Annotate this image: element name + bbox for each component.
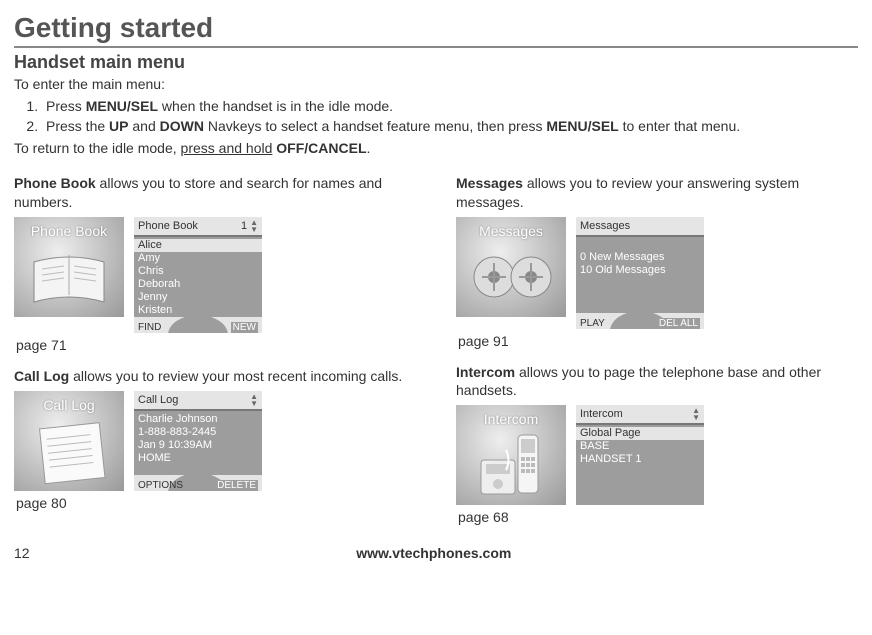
phonebook-page-ref: page 71 — [16, 337, 416, 353]
phonebook-entry: Deborah — [138, 278, 258, 291]
softkey-new: NEW — [231, 322, 258, 333]
section-subtitle: Handset main menu — [14, 52, 858, 73]
intro-step-1: Press MENU/SEL when the handset is in th… — [42, 97, 858, 117]
messages-desc: Messages allows you to review your answe… — [456, 174, 858, 210]
calllog-thumb: Call Log — [14, 391, 124, 491]
nav-arrows-icon: ▲▼ — [250, 219, 258, 233]
softkey-play: PLAY — [580, 318, 605, 329]
messages-screen-title: Messages — [580, 220, 630, 232]
phonebook-desc: Phone Book allows you to store and searc… — [14, 174, 416, 210]
intercom-screen: Intercom ▲▼ Global Page BASE HANDSET 1 — [576, 405, 704, 505]
calllog-line: Charlie Johnson — [138, 413, 258, 426]
intercom-line: HANDSET 1 — [580, 453, 700, 466]
notepad-icon — [14, 391, 124, 491]
messages-page-ref: page 91 — [458, 333, 858, 349]
calllog-line: HOME — [138, 452, 258, 465]
phonebook-entry: Amy — [138, 252, 258, 265]
intercom-line: BASE — [580, 440, 700, 453]
book-icon — [14, 217, 124, 317]
tape-reel-icon — [456, 217, 566, 317]
nav-arrows-icon: ▲▼ — [250, 393, 258, 407]
intercom-desc: Intercom allows you to page the telephon… — [456, 363, 858, 399]
intercom-highlight: Global Page — [576, 427, 704, 440]
phonebook-screen-title: Phone Book — [138, 220, 198, 232]
calllog-screen: Call Log ▲▼ Charlie Johnson 1-888-883-24… — [134, 391, 262, 491]
phonebook-entry: Jenny — [138, 291, 258, 304]
footer-url: www.vtechphones.com — [30, 545, 838, 561]
calllog-line: Jan 9 10:39AM — [138, 439, 258, 452]
intro-steps: Press MENU/SEL when the handset is in th… — [14, 97, 858, 137]
softkey-find: FIND — [138, 322, 161, 333]
messages-thumb: Messages — [456, 217, 566, 317]
intercom-page-ref: page 68 — [458, 509, 858, 525]
intro-block: To enter the main menu: Press MENU/SEL w… — [14, 75, 858, 158]
page-title: Getting started — [14, 12, 858, 48]
softkey-delete: DELETE — [215, 480, 258, 491]
calllog-page-ref: page 80 — [16, 495, 416, 511]
phonebook-badge: 1 — [241, 220, 247, 232]
messages-screen: Messages 0 New Messages 10 Old Messages … — [576, 217, 704, 329]
messages-line: 0 New Messages — [580, 251, 700, 264]
intro-line: To enter the main menu: — [14, 75, 858, 95]
intro-return: To return to the idle mode, press and ho… — [14, 139, 858, 159]
intro-step-2: Press the UP and DOWN Navkeys to select … — [42, 117, 858, 137]
calllog-desc: Call Log allows you to review your most … — [14, 367, 416, 385]
calllog-line: 1-888-883-2445 — [138, 426, 258, 439]
phonebook-thumb: Phone Book — [14, 217, 124, 317]
intercom-thumb: Intercom — [456, 405, 566, 505]
softkey-options: OPTIONS — [138, 480, 183, 491]
messages-line: 10 Old Messages — [580, 264, 700, 277]
phonebook-entry: Alice — [134, 239, 262, 252]
phonebook-entry: Chris — [138, 265, 258, 278]
phonebook-screen: Phone Book 1 ▲▼ Alice Amy Chris Deborah … — [134, 217, 262, 333]
phonebook-entry: Kristen — [138, 304, 258, 317]
phone-base-icon — [456, 405, 566, 505]
softkey-delall: DEL ALL — [657, 318, 700, 329]
page-number: 12 — [14, 545, 30, 561]
nav-arrows-icon: ▲▼ — [692, 407, 700, 421]
intercom-screen-title: Intercom — [580, 408, 623, 420]
calllog-screen-title: Call Log — [138, 394, 178, 406]
